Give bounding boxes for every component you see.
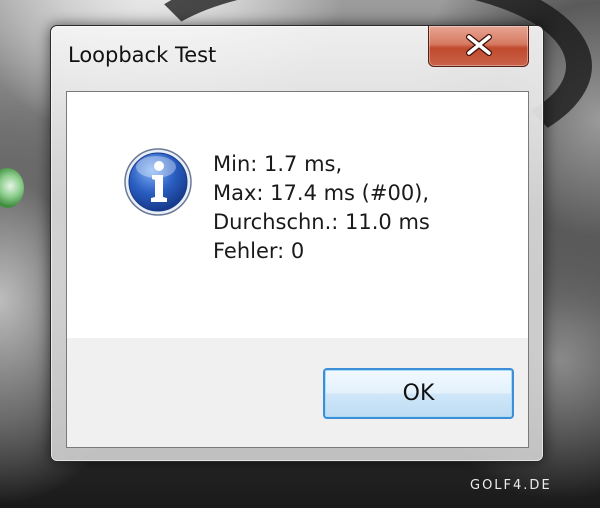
message-text: Min: 1.7 ms, Max: 17.4 ms (#00), Durchsc…: [213, 150, 430, 266]
close-icon: [466, 34, 492, 56]
window-title: Loopback Test: [68, 43, 217, 67]
max-line: Max: 17.4 ms (#00),: [213, 181, 430, 205]
message-area: Min: 1.7 ms, Max: 17.4 ms (#00), Durchsc…: [67, 92, 528, 338]
watermark-text: GOLF4.DE: [470, 478, 552, 493]
dialog-client-area: Min: 1.7 ms, Max: 17.4 ms (#00), Durchsc…: [66, 91, 529, 448]
desktop-widget-icon: [0, 168, 24, 208]
info-icon: [124, 148, 192, 216]
average-line: Durchschn.: 11.0 ms: [213, 210, 430, 234]
loopback-test-dialog: Loopback Test Min: 1.7 ms, Max: 17.4 ms …: [50, 25, 544, 462]
errors-line: Fehler: 0: [213, 239, 305, 263]
close-button[interactable]: [428, 26, 529, 67]
min-line: Min: 1.7 ms,: [213, 152, 343, 176]
ok-button[interactable]: OK: [323, 368, 514, 419]
